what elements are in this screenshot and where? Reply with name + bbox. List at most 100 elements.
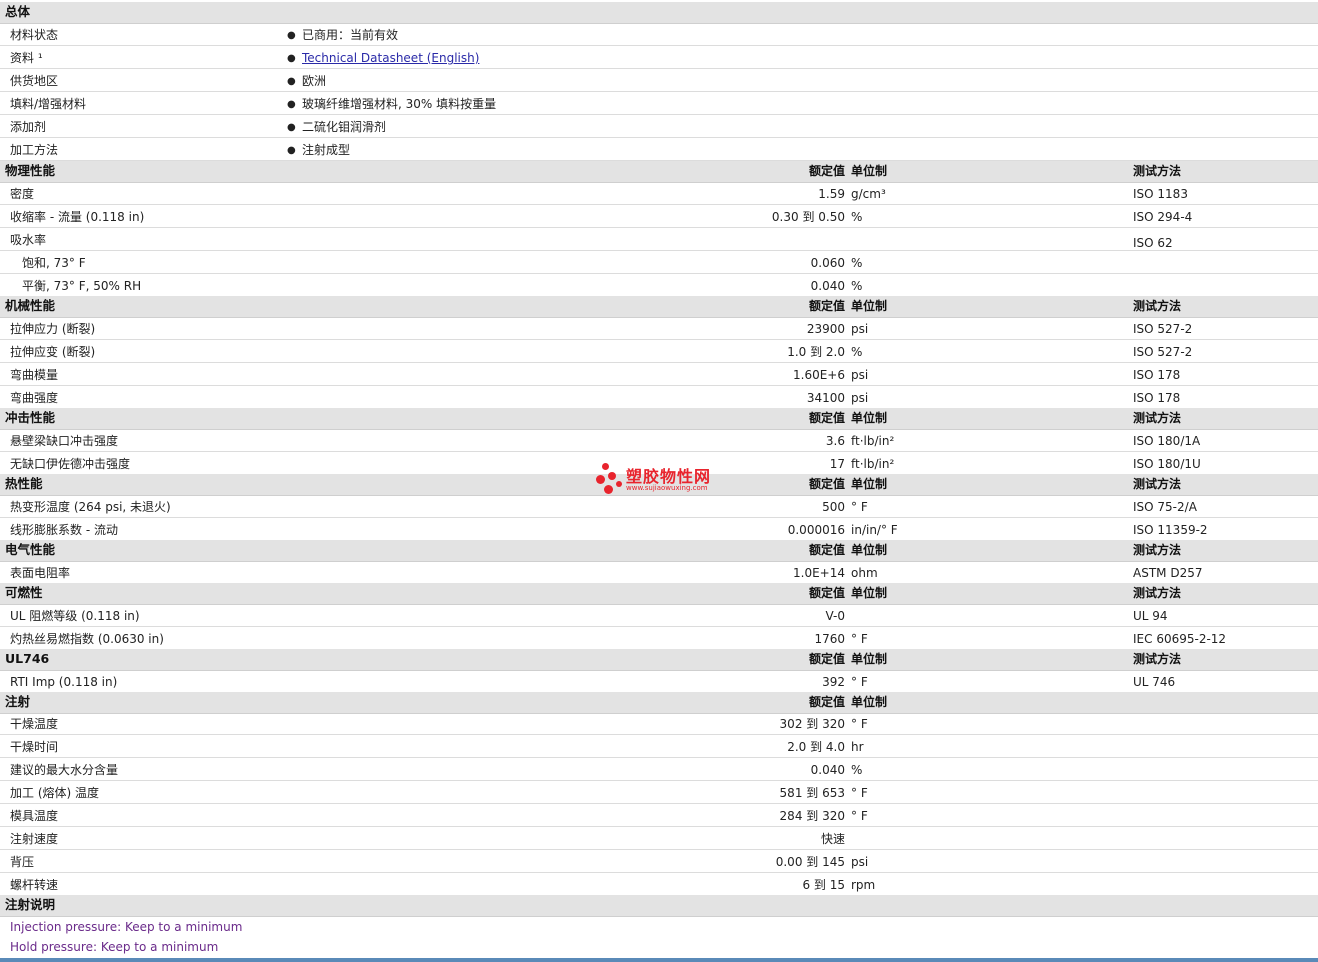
property-row: 吸水率 ISO 62 (0, 229, 1318, 251)
row-label: 添加剂 (10, 120, 47, 134)
property-row: 密度 1.59 g/cm³ ISO 1183 (0, 183, 1318, 205)
row-value: 0.040 (810, 279, 845, 293)
notes-section-header: 注射说明 (0, 895, 1318, 917)
header-method: 测试方法 (1133, 543, 1182, 557)
row-label: 弯曲模量 (10, 368, 59, 382)
property-row: 模具温度 284 到 320 ° F (0, 805, 1318, 827)
property-row: 饱和, 73° F 0.060 % (0, 252, 1318, 274)
property-row: 弯曲模量 1.60E+6 psi ISO 178 (0, 364, 1318, 386)
logo-dot-icon (602, 463, 609, 470)
row-label: 背压 (10, 855, 35, 869)
row-method: ISO 527-2 (1133, 322, 1193, 336)
row-label: 模具温度 (10, 809, 59, 823)
row-unit: psi (851, 855, 869, 869)
general-row: 材料状态 ● 已商用：当前有效 (0, 24, 1318, 46)
property-row: 平衡, 73° F, 50% RH 0.040 % (0, 275, 1318, 297)
logo-dot-icon (596, 475, 605, 484)
row-label: 弯曲强度 (10, 391, 59, 405)
row-unit: % (851, 345, 863, 359)
section-title: 物理性能 (5, 163, 56, 178)
injection-section-header: 注射 额定值 单位制 (0, 692, 1318, 714)
row-value: 0.30 到 0.50 (771, 210, 845, 224)
row-value: 0.000016 (787, 523, 845, 537)
bullet-icon: ● (287, 53, 296, 64)
property-row: 弯曲强度 34100 psi ISO 178 (0, 387, 1318, 409)
row-label: 螺杆转速 (10, 878, 59, 892)
row-method: ISO 180/1A (1133, 434, 1201, 448)
header-unit: 单位制 (851, 652, 888, 666)
header-unit: 单位制 (851, 411, 888, 425)
property-row: 螺杆转速 6 到 15 rpm (0, 874, 1318, 896)
row-value: 1760 (814, 632, 845, 646)
row-unit: hr (851, 740, 864, 754)
general-row: 供货地区 ● 欧洲 (0, 70, 1318, 92)
row-label: RTI Imp (0.118 in) (10, 675, 118, 689)
row-value: 欧洲 (302, 74, 327, 88)
row-value: 玻璃纤维增强材料, 30% 填料按重量 (302, 97, 497, 111)
property-row: 背压 0.00 到 145 psi (0, 851, 1318, 873)
property-row: 拉伸应力 (断裂) 23900 psi ISO 527-2 (0, 318, 1318, 340)
logo-dot-icon (616, 481, 622, 487)
row-unit: ft·lb/in² (851, 434, 895, 448)
row-unit: ft·lb/in² (851, 457, 895, 471)
row-method: ISO 527-2 (1133, 345, 1193, 359)
row-unit: ° F (851, 786, 868, 800)
row-label: 平衡, 73° F, 50% RH (22, 279, 142, 293)
header-value: 额定值 (808, 586, 845, 600)
header-value: 额定值 (808, 411, 845, 425)
row-unit: % (851, 256, 863, 270)
row-label: 加工方法 (10, 143, 59, 157)
bottom-scroll-bar (0, 958, 1318, 962)
row-value: 23900 (806, 322, 845, 336)
header-unit: 单位制 (851, 299, 888, 313)
row-label: 干燥时间 (10, 740, 59, 754)
row-label: 灼热丝易燃指数 (0.0630 in) (10, 632, 164, 646)
row-unit: g/cm³ (851, 187, 886, 201)
row-method: UL 94 (1133, 609, 1168, 623)
row-value: 0.040 (810, 763, 845, 777)
property-row: 加工 (熔体) 温度 581 到 653 ° F (0, 782, 1318, 804)
row-unit: ° F (851, 632, 868, 646)
bullet-icon: ● (287, 145, 296, 156)
row-value: 1.59 (818, 187, 845, 201)
row-value: 34100 (806, 391, 845, 405)
row-value: 500 (822, 500, 845, 514)
property-row: 线形膨胀系数 - 流动 0.000016 in/in/° F ISO 11359… (0, 519, 1318, 541)
datasheet-link[interactable]: Technical Datasheet (English) (302, 50, 479, 66)
logo-dot-icon (608, 472, 616, 480)
row-unit: psi (851, 322, 869, 336)
row-value: 6 到 15 (802, 878, 845, 892)
note-line: Injection pressure: Keep to a minimum (10, 920, 243, 934)
row-unit: ° F (851, 500, 868, 514)
row-method: ISO 294-4 (1133, 210, 1193, 224)
row-method: ISO 62 (1133, 236, 1173, 250)
row-label: 建议的最大水分含量 (10, 763, 119, 777)
row-label: 填料/增强材料 (10, 97, 87, 111)
row-unit: ° F (851, 809, 868, 823)
header-unit: 单位制 (851, 164, 888, 178)
row-unit: ° F (851, 675, 868, 689)
bullet-icon: ● (287, 76, 296, 87)
row-method: ISO 1183 (1133, 187, 1188, 201)
section-title: 注射说明 (5, 897, 56, 912)
row-label: 干燥温度 (10, 717, 59, 731)
header-method: 测试方法 (1133, 299, 1182, 313)
property-row: 注射速度 快速 (0, 828, 1318, 850)
general-row: 加工方法 ● 注射成型 (0, 139, 1318, 161)
section-title: 热性能 (5, 476, 43, 491)
header-value: 额定值 (808, 543, 845, 557)
row-value: 快速 (820, 832, 845, 846)
logo-dot-icon (604, 485, 613, 494)
row-unit: ° F (851, 717, 868, 731)
header-value: 额定值 (808, 164, 845, 178)
row-label: 加工 (熔体) 温度 (10, 786, 99, 800)
section-title: 总体 (5, 4, 31, 19)
row-unit: rpm (851, 878, 876, 892)
row-value: 0.00 到 145 (775, 855, 845, 869)
row-method: ISO 75-2/A (1133, 500, 1197, 514)
section-title: 冲击性能 (5, 410, 56, 425)
row-value: V-0 (825, 609, 845, 623)
row-value: 1.0 到 2.0 (787, 345, 845, 359)
row-value: 581 到 653 (779, 786, 845, 800)
row-value: 1.0E+14 (793, 566, 845, 580)
